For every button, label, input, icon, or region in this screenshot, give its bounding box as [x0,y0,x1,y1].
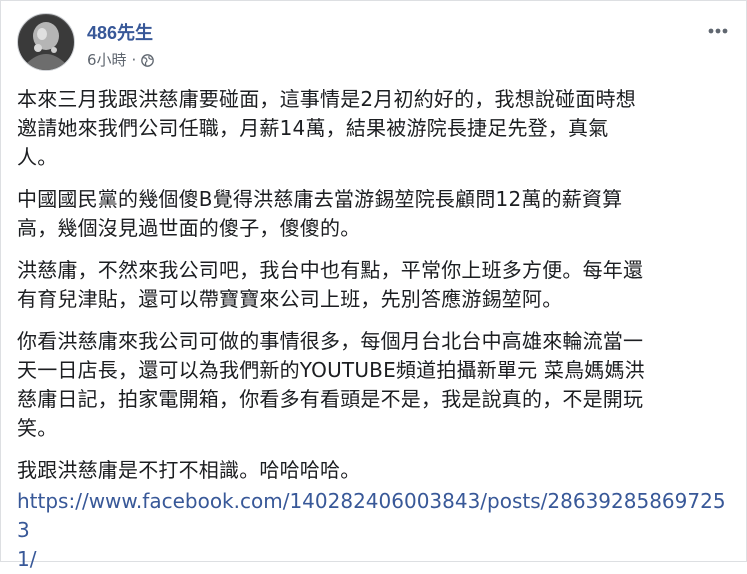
post-link[interactable]: https://www.facebook.com/140282406003843… [17,487,735,574]
facebook-post: 486先生 6小時 · 本來三月我跟洪慈庸要碰面，這事情是2月初約好的，我想說碰… [0,0,747,571]
meta-separator: · [131,50,137,69]
avatar-image [19,15,73,70]
post-paragraph: 中國國民黨的幾個傻B覺得洪慈庸去當游錫堃院長顧問12萬的薪資算 高，幾個沒見過世… [17,187,623,240]
author-name[interactable]: 486先生 [87,19,153,45]
globe-icon[interactable] [141,53,155,67]
post-header: 486先生 6小時 · [17,11,732,71]
author-avatar[interactable] [17,13,75,71]
more-options-icon[interactable] [704,17,732,45]
post-timestamp[interactable]: 6小時 [87,49,127,70]
post-meta: 6小時 · [87,49,155,70]
post-paragraph: 你看洪慈庸來我公司可做的事情很多，每個月台北台中高雄來輪流當一 天一日店長，還可… [17,329,645,440]
post-paragraph: 我跟洪慈庸是不打不相識。哈哈哈哈。 [17,458,361,482]
post-body: 本來三月我跟洪慈庸要碰面，這事情是2月初約好的，我想說碰面時想 邀請她來我們公司… [17,85,735,574]
post-paragraph: 洪慈庸，不然來我公司吧，我台中也有點，平常你上班多方便。每年還 有育兒津貼，還可… [17,258,644,311]
post-paragraph: 本來三月我跟洪慈庸要碰面，這事情是2月初約好的，我想說碰面時想 邀請她來我們公司… [17,87,636,169]
